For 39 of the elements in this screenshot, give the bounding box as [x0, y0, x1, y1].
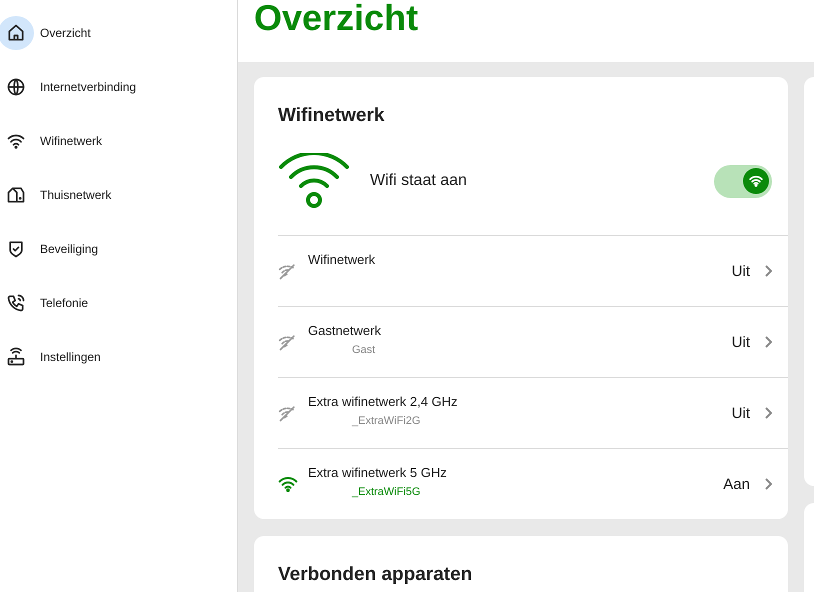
network-state: Uit [732, 404, 750, 422]
network-name: Wifinetwerk [308, 252, 376, 267]
network-name: Extra wifinetwerk 2,4 GHz [308, 394, 459, 409]
network-row[interactable]: Gastnetwerk Gast Uit [278, 307, 788, 378]
phone-icon [6, 293, 26, 313]
sidebar-item[interactable]: Instellingen [0, 330, 237, 384]
house-icon [6, 185, 26, 205]
chevron-right-icon [764, 407, 772, 419]
wifi-icon [749, 175, 763, 187]
card-title: Wifinetwerk [278, 105, 386, 127]
network-name: Gastnetwerk [308, 323, 382, 338]
chevron-right-icon [764, 336, 772, 348]
network-row[interactable]: Extra wifinetwerk 5 GHz _ExtraWiFi5G Aan [278, 449, 788, 519]
network-ssid: _ExtraWiFi5G [352, 486, 422, 498]
card-title: Verbonden apparaten [278, 564, 474, 586]
chevron-right-icon [764, 265, 772, 277]
sidebar-item[interactable]: Internetverbinding [0, 60, 237, 114]
network-ssid: Gast [352, 344, 376, 356]
router-icon [6, 347, 26, 367]
sidebar-item[interactable]: Wifinetwerk [0, 114, 237, 168]
sidebar-item[interactable]: Thuisnetwerk [0, 168, 237, 222]
page-title: Overzicht [254, 0, 418, 36]
wifi-icon [278, 476, 298, 492]
network-ssid: _ExtraWiFi2G [352, 415, 422, 427]
home-icon [6, 23, 26, 43]
network-row[interactable]: Extra wifinetwerk 2,4 GHz _ExtraWiFi2G Uit [278, 378, 788, 449]
sidebar-item[interactable]: Beveiliging [0, 222, 237, 276]
globe-icon [6, 77, 26, 97]
chevron-right-icon [764, 478, 772, 490]
wifi-status-text: Wifi staat aan [370, 172, 468, 190]
network-state: Uit [732, 334, 750, 350]
wifi-icon [278, 153, 350, 209]
wifi-toggle[interactable] [714, 164, 772, 198]
sidebar-item[interactable]: Overzicht [0, 6, 237, 60]
network-state: Uit [732, 262, 750, 280]
network-state: Aan [723, 476, 750, 492]
network-row[interactable]: Wifinetwerk Uit [278, 236, 788, 307]
network-name: Extra wifinetwerk 5 GHz [308, 465, 448, 480]
sidebar-item[interactable]: Telefonie [0, 276, 237, 330]
